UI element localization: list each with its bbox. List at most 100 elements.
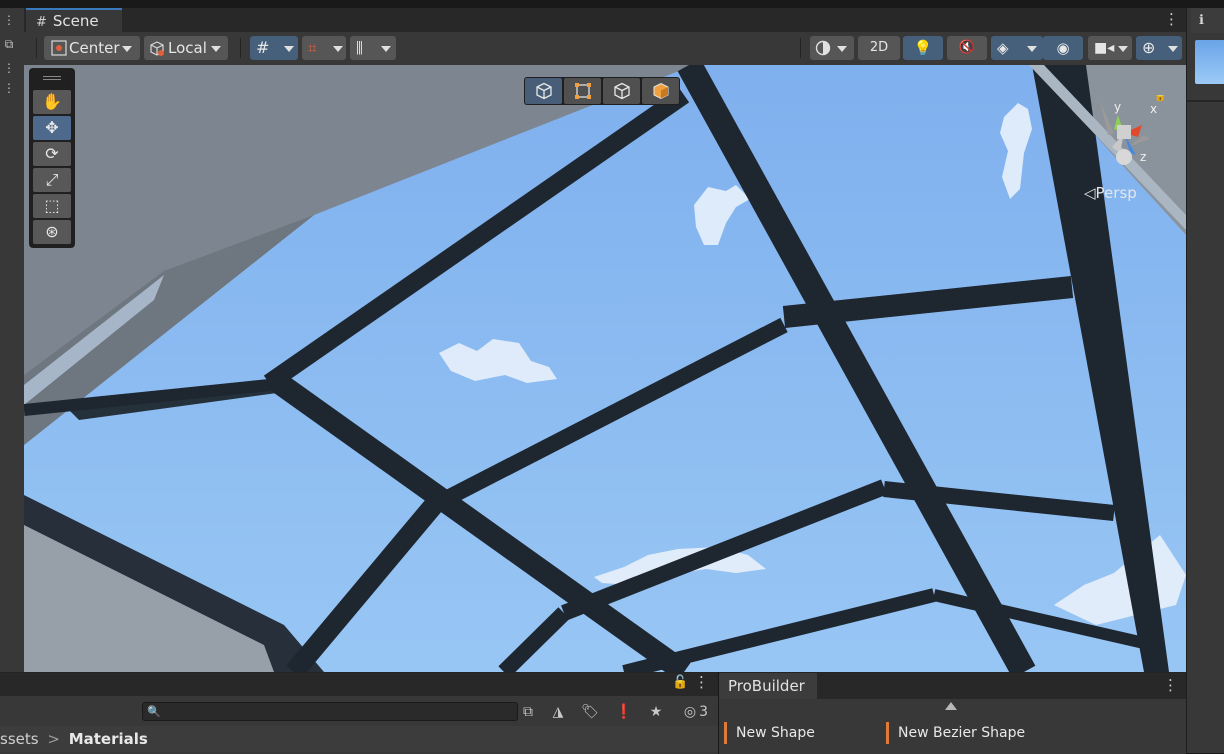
grid-snapping-button[interactable]: ⌗: [302, 36, 346, 60]
face-cube-icon: [653, 82, 668, 100]
scene-viewport[interactable]: ✋ ✥ ⟳ ⤢ ⬚ ⊛ x y z 🔒 ◁Persp: [24, 65, 1186, 672]
probuilder-kebab-menu-icon[interactable]: ⋮: [1163, 676, 1178, 694]
transform-icon: ⊛: [45, 222, 59, 241]
lock-icon[interactable]: 🔓: [672, 675, 688, 690]
audio-muted-icon: 🔇: [958, 40, 976, 55]
chevron-down-icon: [122, 46, 132, 52]
chevron-down-icon: [284, 46, 294, 52]
toggle-2d-button[interactable]: 2D: [858, 36, 900, 60]
chevron-down-icon: [381, 46, 391, 52]
draw-mode-dropdown[interactable]: [810, 36, 854, 60]
gizmo-x-label: x: [1150, 102, 1157, 116]
chevron-down-icon: [211, 46, 221, 52]
object-cube-icon: [535, 82, 552, 100]
overlay-grip: [43, 79, 61, 80]
probuilder-panel: ProBuilder ⋮ New Shape New Bezier Shape: [719, 672, 1186, 754]
gizmo-y-label: y: [1114, 100, 1121, 114]
info-icon: ℹ: [1199, 13, 1204, 28]
edge-mode-button[interactable]: [603, 78, 640, 104]
scale-icon: ⤢: [45, 170, 59, 189]
tools-overlay: ✋ ✥ ⟳ ⤢ ⬚ ⊛: [29, 68, 75, 248]
edge-cube-icon: [613, 82, 630, 100]
project-panel: 🔓 ⋮ 🔍 ⧉ ◮ 🏷 ❗ ★ ◎ 3 ssets > Materials: [0, 672, 718, 754]
inspector-panel: ℹ: [1186, 8, 1224, 753]
vertex-mode-button[interactable]: [564, 78, 601, 104]
overlay-grip[interactable]: [43, 76, 61, 77]
scene-kebab-menu-icon[interactable]: ⋮: [1164, 9, 1179, 29]
lighting-toggle-button[interactable]: 💡: [903, 36, 943, 60]
hidden-eye-icon: ◎: [683, 704, 697, 720]
breadcrumb: ssets > Materials: [0, 726, 718, 752]
transform-tool-button[interactable]: ⊛: [33, 220, 71, 244]
scale-tool-button[interactable]: ⤢: [33, 168, 71, 192]
scene-tab-bar: # Scene ⋮: [24, 8, 1186, 32]
rotate-tool-button[interactable]: ⟳: [33, 142, 71, 166]
search-by-scene-icon[interactable]: ⧉: [516, 701, 540, 723]
face-mode-button[interactable]: [642, 78, 679, 104]
new-bezier-shape-button[interactable]: New Bezier Shape: [886, 722, 1025, 744]
left-dock-panel: ⋮ ⧉ ⋮ ⋮: [0, 8, 25, 672]
divider: [1187, 100, 1224, 102]
object-mode-button[interactable]: [525, 78, 562, 104]
search-icon: 🔍: [147, 705, 161, 718]
pivot-rotation-label: Local: [168, 39, 207, 57]
hidden-packages-toggle[interactable]: ◎ 3: [676, 701, 716, 723]
increment-snapping-button[interactable]: ⫼: [350, 36, 396, 60]
breadcrumb-parent[interactable]: ssets: [0, 730, 39, 748]
pivot-position-dropdown[interactable]: Center: [44, 36, 140, 60]
grid-visibility-button[interactable]: #: [250, 36, 298, 60]
effects-dropdown[interactable]: ◈: [991, 36, 1043, 60]
hidden-eye-icon: ◉: [1056, 39, 1070, 57]
project-kebab-menu-icon[interactable]: ⋮: [694, 673, 709, 691]
projection-toggle[interactable]: ◁Persp: [1084, 184, 1137, 202]
light-bulb-icon: 💡: [913, 39, 933, 57]
rect-transform-icon: ⬚: [44, 196, 60, 215]
scene-hash-icon: #: [36, 15, 47, 30]
scene-visibility-button[interactable]: ◉: [1043, 36, 1083, 60]
tab-scene[interactable]: # Scene: [26, 8, 122, 32]
vertex-square-icon: [574, 83, 591, 99]
hand-tool-button[interactable]: ✋: [33, 90, 71, 114]
increment-snap-icon: ⫼: [356, 39, 363, 57]
tab-scene-label: Scene: [52, 12, 99, 30]
filter-by-type-icon[interactable]: ◮: [546, 701, 570, 723]
layers-icon: ◈: [997, 39, 1009, 57]
title-strip: [0, 0, 1224, 8]
console-warning-icon[interactable]: ❗: [612, 701, 636, 723]
move-tool-button[interactable]: ✥: [33, 116, 71, 140]
pivot-rotation-dropdown[interactable]: Local: [144, 36, 228, 60]
local-cube-icon: [150, 41, 164, 56]
rect-tool-button[interactable]: ⬚: [33, 194, 71, 218]
favorite-star-icon[interactable]: ★: [644, 701, 668, 723]
grid-icon: #: [256, 38, 270, 57]
move-arrows-icon: ✥: [45, 118, 59, 137]
toolbar-separator: [240, 38, 241, 58]
filter-by-label-icon[interactable]: 🏷: [578, 701, 602, 723]
persp-arrow-icon: ◁: [1084, 184, 1096, 202]
audio-toggle-button[interactable]: 🔇: [947, 36, 987, 60]
kebab-menu-icon[interactable]: ⋮: [0, 12, 18, 28]
hidden-count: 3: [699, 704, 709, 720]
chevron-down-icon: [1168, 46, 1178, 52]
scene-toolbar: Center Local # ⌗ ⫼ 2D 💡 🔇 ◈ ◉ ■◂ ⊕: [24, 32, 1186, 66]
new-shape-button[interactable]: New Shape: [724, 722, 815, 744]
material-preview-thumbnail: [1195, 40, 1224, 84]
toolbar-grip: [36, 38, 37, 58]
gizmos-dropdown[interactable]: ⊕: [1136, 36, 1182, 60]
kebab-menu-icon[interactable]: ⋮: [0, 80, 18, 96]
camera-settings-dropdown[interactable]: ■◂: [1088, 36, 1132, 60]
tab-probuilder[interactable]: ProBuilder: [719, 673, 817, 699]
scroll-up-arrow-icon[interactable]: [945, 702, 957, 710]
maximize-icon[interactable]: ⧉: [0, 36, 18, 52]
chevron-down-icon: [1118, 46, 1128, 52]
kebab-menu-icon[interactable]: ⋮: [0, 60, 18, 76]
orientation-gizmo[interactable]: x y z 🔒: [1084, 95, 1174, 175]
lock-icon[interactable]: 🔒: [1154, 95, 1166, 102]
rotate-icon: ⟳: [45, 144, 59, 163]
inspector-tab[interactable]: ℹ: [1191, 8, 1224, 33]
breadcrumb-current[interactable]: Materials: [69, 730, 148, 748]
project-search-input[interactable]: 🔍: [142, 702, 518, 721]
shaded-sphere-icon: [815, 40, 831, 56]
scene-render: [24, 65, 1186, 672]
chevron-down-icon: [333, 46, 343, 52]
